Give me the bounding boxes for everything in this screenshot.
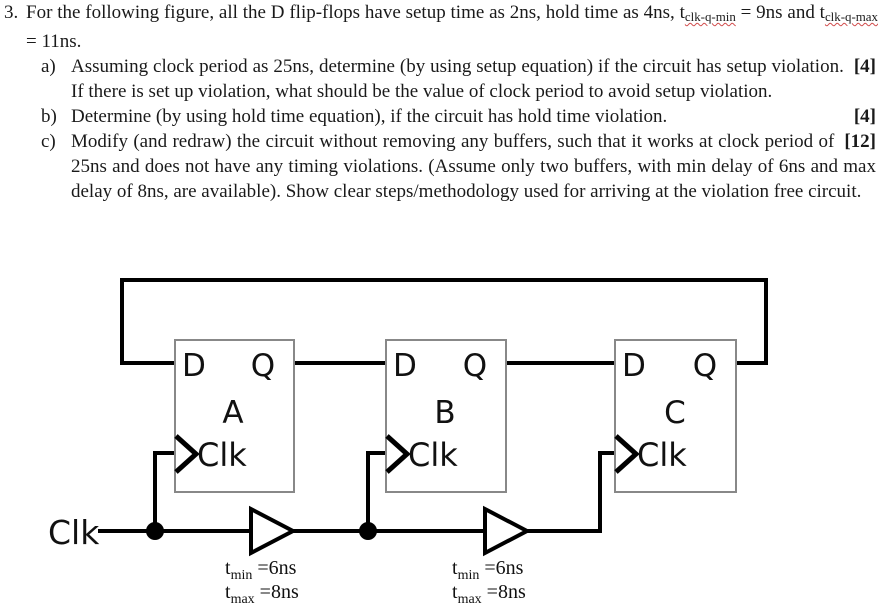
question-stem-text-1: For the following figure, all the D flip… <box>26 2 685 23</box>
question-part-a-marks: [4] <box>853 56 876 78</box>
flipflop-b: D Q B Clk <box>385 339 507 493</box>
question-part-b: b) [4] Determine (by using hold time equa… <box>0 104 890 129</box>
clock-branch-wire-ff-a <box>153 451 177 533</box>
question-stem-subscript-1: clk-q-min <box>684 9 736 25</box>
question-stem-text-2: = 9ns and t <box>735 2 825 23</box>
flipflop-b-clk-pin-label: Clk <box>408 436 458 474</box>
buffer-1-triangle-icon <box>249 505 298 557</box>
flipflop-a-clk-pin-label: Clk <box>197 436 247 474</box>
buffer-2: tmin =6ns tmax =8ns <box>452 505 532 607</box>
question-stem-text-3: = 11ns. <box>26 31 82 53</box>
buffer-2-tmax-label: tmax =8ns <box>452 581 526 607</box>
circuit-diagram: Clk D Q A Clk D Q B Clk D Q C Clk tmin =… <box>0 258 890 614</box>
question-part-b-text: Determine (by using hold time equation),… <box>71 106 668 128</box>
flipflop-a-name: A <box>222 395 243 431</box>
flipflop-a-d-pin-label: D <box>182 348 206 384</box>
question-stem-subscript-2: clk-q-max <box>824 9 878 25</box>
question-block: 3. For the following figure, all the D f… <box>0 0 890 204</box>
flipflop-c-d-pin-label: D <box>622 348 646 384</box>
clock-branch-wire-ff-b <box>366 451 388 533</box>
clock-junction-dot-b <box>359 522 377 540</box>
question-part-c-body: [12] Modify (and redraw) the circuit with… <box>71 129 890 204</box>
buffer-1-tmin-label: tmin =6ns <box>225 557 297 583</box>
flipflop-c-name: C <box>664 395 686 431</box>
flipflop-c-q-pin-label: Q <box>693 348 717 384</box>
question-part-a-label: a) <box>41 56 56 78</box>
buffer-2-triangle-icon <box>483 505 532 557</box>
circuit-svg: Clk D Q A Clk D Q B Clk D Q C Clk tmin =… <box>48 278 768 607</box>
question-stem-row: 3. For the following figure, all the D f… <box>0 0 890 54</box>
flipflop-c-clk-pin-label: Clk <box>637 436 687 474</box>
question-stem: For the following figure, all the D flip… <box>26 0 890 54</box>
question-part-b-body: [4] Determine (by using hold time equatio… <box>71 104 890 129</box>
question-part-c-text: Modify (and redraw) the circuit without … <box>71 131 876 203</box>
question-part-a: a) [4] Assuming clock period as 25ns, det… <box>0 54 890 104</box>
question-part-c-marks: [12] <box>844 131 876 153</box>
flipflop-b-d-pin-label: D <box>393 348 417 384</box>
question-part-c: c) [12] Modify (and redraw) the circuit w… <box>0 129 890 204</box>
question-part-b-marks: [4] <box>853 106 876 128</box>
flipflop-c: D Q C Clk <box>614 339 737 493</box>
flipflop-b-q-pin-label: Q <box>463 348 487 384</box>
flipflop-b-name: B <box>434 395 455 431</box>
question-part-c-label: c) <box>41 131 56 153</box>
buffer-1: tmin =6ns tmax =8ns <box>225 505 299 607</box>
question-part-b-label: b) <box>41 106 57 128</box>
flipflop-a: D Q A Clk <box>174 339 295 493</box>
buffer-2-tmin-label: tmin =6ns <box>452 557 524 583</box>
question-part-a-text: Assuming clock period as 25ns, determine… <box>71 56 844 103</box>
clock-junction-dot-a <box>146 522 164 540</box>
clock-wire-buffer2-to-ff-c <box>524 451 617 533</box>
buffer-1-tmax-label: tmax =8ns <box>225 581 299 607</box>
flipflop-a-q-pin-label: Q <box>251 348 275 384</box>
clock-source-label: Clk <box>48 513 100 552</box>
question-number: 3. <box>4 2 19 23</box>
question-part-a-body: [4] Assuming clock period as 25ns, determ… <box>71 54 890 104</box>
